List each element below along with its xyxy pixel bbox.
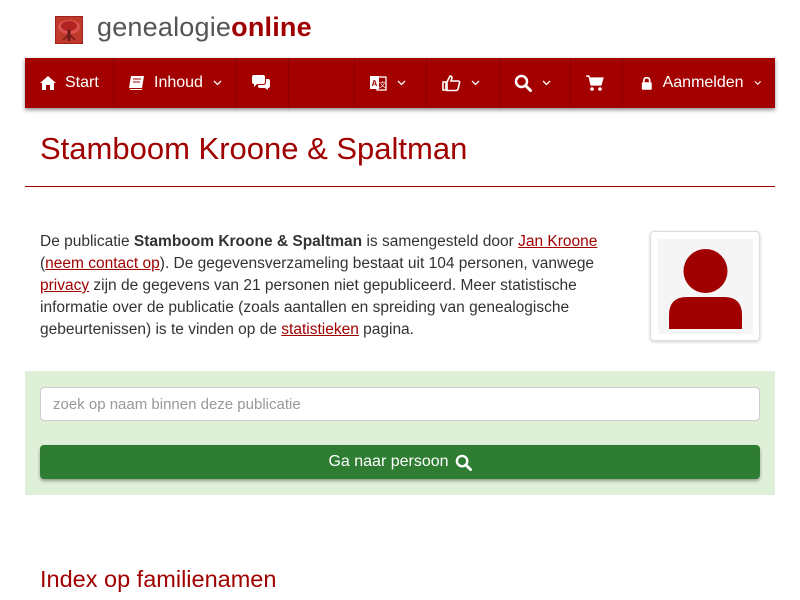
main-navbar: Start Inhoud A 文 Aanmelden <box>25 58 775 108</box>
privacy-link[interactable]: privacy <box>40 277 89 294</box>
nav-login[interactable]: Aanmelden <box>623 58 775 108</box>
thumbs-up-icon <box>442 75 461 92</box>
go-to-person-button[interactable]: Ga naar persoon <box>40 445 760 479</box>
intro-text-6: pagina. <box>358 321 414 338</box>
logo-part-1: genealogie <box>97 12 232 42</box>
chevron-down-icon <box>471 80 480 86</box>
user-icon <box>669 249 742 329</box>
contact-link[interactable]: neem contact op <box>45 255 160 272</box>
nav-inhoud-label: Inhoud <box>154 74 203 91</box>
comments-icon <box>252 75 270 90</box>
logo[interactable]: genealogieonline <box>97 12 312 43</box>
surname-index-title: Index op familienamen <box>40 566 277 592</box>
nav-chat[interactable] <box>237 58 289 108</box>
intro-text-2: is samengesteld door <box>362 233 519 250</box>
title-divider <box>25 186 775 187</box>
page-title: Stamboom Kroone & Spaltman <box>40 131 468 166</box>
nav-start-label: Start <box>65 74 99 91</box>
nav-social[interactable] <box>427 58 500 108</box>
nav-start[interactable]: Start <box>25 58 114 108</box>
chevron-down-icon <box>213 80 222 86</box>
home-icon <box>40 76 56 90</box>
chevron-down-icon <box>397 80 406 86</box>
intro-text-4: ). De gegevensverzameling bestaat uit 10… <box>159 255 595 272</box>
lock-icon <box>641 76 652 90</box>
nav-inhoud[interactable]: Inhoud <box>114 58 237 108</box>
publication-intro: De publicatie Stamboom Kroone & Spaltman… <box>40 231 625 341</box>
author-avatar[interactable] <box>650 231 760 341</box>
search-icon <box>455 454 472 471</box>
person-search-panel: Ga naar persoon <box>25 371 775 495</box>
language-icon: A 文 <box>370 76 387 91</box>
svg-text:文: 文 <box>379 80 386 89</box>
search-icon <box>514 74 532 92</box>
svg-text:A: A <box>372 79 378 88</box>
nav-language[interactable]: A 文 <box>354 58 427 108</box>
tree-icon[interactable] <box>55 16 83 44</box>
cart-icon <box>586 75 604 91</box>
nav-login-label: Aanmelden <box>662 74 744 91</box>
author-link[interactable]: Jan Kroone <box>518 233 597 250</box>
publication-name: Stamboom Kroone & Spaltman <box>133 233 363 250</box>
nav-search[interactable] <box>500 58 571 108</box>
go-to-person-label: Ga naar persoon <box>328 453 449 470</box>
avatar-frame <box>658 239 753 334</box>
statistics-link[interactable]: statistieken <box>281 321 359 338</box>
intro-text-1: De publicatie <box>40 233 134 250</box>
chevron-down-icon <box>753 80 761 86</box>
chevron-down-icon <box>542 80 551 86</box>
person-search-input[interactable] <box>40 387 760 421</box>
logo-part-2: online <box>231 12 312 42</box>
book-icon <box>129 76 144 90</box>
site-header: genealogieonline <box>0 0 800 58</box>
nav-cart[interactable] <box>571 58 623 108</box>
